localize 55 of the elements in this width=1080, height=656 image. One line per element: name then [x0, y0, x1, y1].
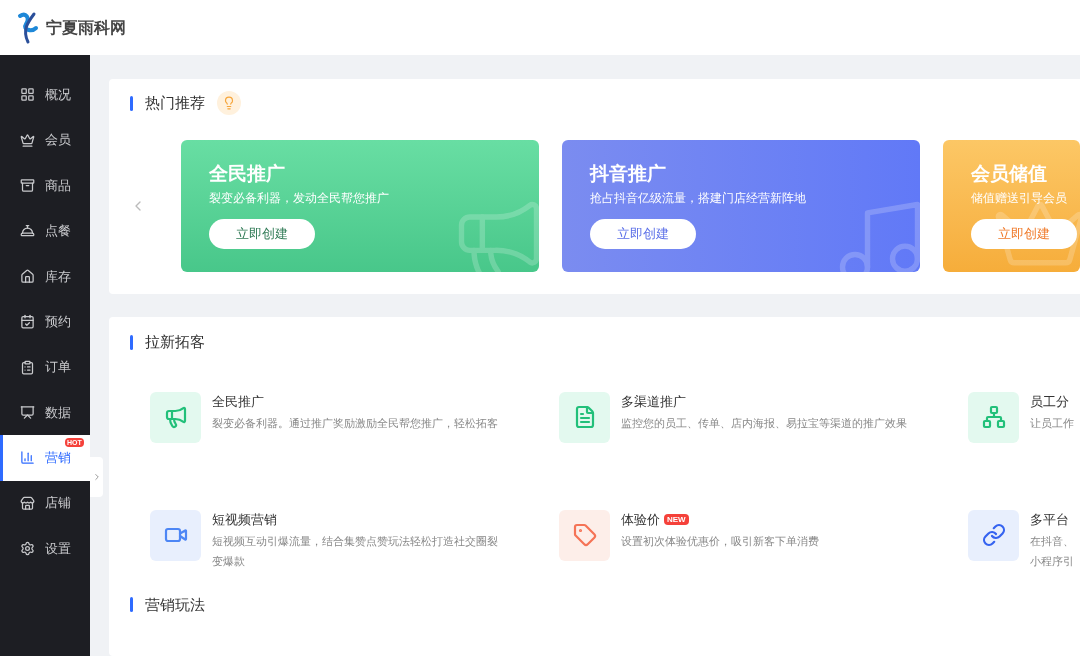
- card-title: 会员储值: [971, 162, 1048, 186]
- feature-description: 监控您的员工、传单、店内海报、易拉宝等渠道的推广效果: [621, 416, 908, 431]
- sidebar-item[interactable]: 会员: [0, 117, 90, 163]
- bell-icon: [20, 223, 35, 239]
- calendar-icon: [20, 314, 35, 330]
- feature-title[interactable]: 员工分: [1030, 391, 1069, 411]
- section-title: 拉新拓客: [145, 332, 205, 352]
- sidebar-item[interactable]: 数据: [0, 389, 90, 436]
- feature-description: 设置初次体验优惠价，吸引新客下单消费: [621, 534, 820, 549]
- create-button[interactable]: 立即创建: [209, 219, 315, 249]
- crown-icon: [20, 132, 35, 148]
- sidebar-item[interactable]: 订单: [0, 344, 90, 390]
- sidebar-item[interactable]: 商品: [0, 162, 90, 209]
- card-title: 抖音推广: [590, 162, 667, 186]
- section-title: 营销玩法: [145, 594, 205, 615]
- feature-description: 小程序引: [1030, 554, 1075, 569]
- lightbulb-icon: [217, 91, 241, 115]
- store-icon: [20, 495, 35, 511]
- new-badge: NEW: [664, 513, 689, 525]
- sidebar-item[interactable]: 店铺: [0, 480, 90, 526]
- feature-description: 让员工作: [1030, 416, 1075, 431]
- video-camera-icon: [150, 509, 201, 561]
- sidebar-item[interactable]: 概况: [0, 72, 90, 118]
- feature-title[interactable]: 多平台: [1030, 509, 1069, 529]
- clipboard-icon: [20, 359, 35, 375]
- megaphone-icon: [150, 391, 201, 443]
- card-description: 抢占抖音亿级流量，搭建门店经营新阵地: [590, 190, 807, 207]
- sidebar-item[interactable]: 设置: [0, 525, 90, 572]
- sidebar-item[interactable]: 库存: [0, 253, 90, 299]
- monitor-icon: [20, 404, 35, 420]
- chart-icon: [20, 450, 35, 466]
- box-icon: [20, 177, 35, 193]
- feature-title[interactable]: 多渠道推广: [621, 391, 686, 411]
- logo-text: 宁夏雨科网: [46, 16, 126, 39]
- network-icon: [968, 391, 1019, 443]
- section-title: 热门推荐: [145, 92, 205, 113]
- feature-title[interactable]: 全民推广: [212, 391, 264, 411]
- house-icon: [20, 268, 35, 284]
- sidebar-item[interactable]: 点餐: [0, 208, 90, 254]
- document-icon: [559, 391, 610, 443]
- collapse-tab[interactable]: [90, 457, 103, 498]
- link-icon: [968, 509, 1019, 561]
- card-description: 裂变必备利器，发动全民帮您推广: [209, 190, 390, 207]
- settings-icon: [20, 541, 35, 557]
- tag-icon: [559, 509, 610, 561]
- grid-icon: [20, 87, 35, 103]
- feature-title[interactable]: 短视频营销: [212, 509, 277, 529]
- card-title: 全民推广: [209, 162, 286, 186]
- feature-description: 在抖音、: [1030, 534, 1075, 549]
- feature-description: 裂变必备利器。通过推广奖励激励全民帮您推广，轻松拓客: [212, 416, 499, 431]
- card-description: 储值赠送引导会员: [971, 190, 1068, 207]
- feature-description: 短视频互动引爆流量，结合集赞点赞玩法轻松打造社交圈裂变爆款: [212, 534, 499, 569]
- feature-title[interactable]: 体验价: [621, 509, 660, 529]
- create-button[interactable]: 立即创建: [590, 219, 696, 249]
- sidebar-item[interactable]: 预约: [0, 298, 90, 345]
